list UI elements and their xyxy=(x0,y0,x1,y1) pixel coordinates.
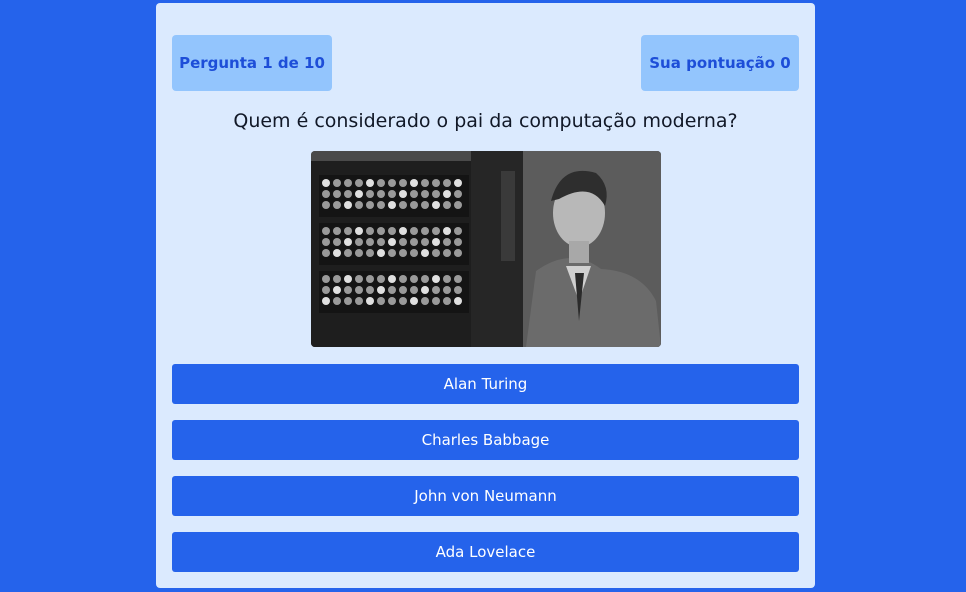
answer-button-john-von-neumann[interactable]: John von Neumann xyxy=(172,476,799,516)
question-counter-badge: Pergunta 1 de 10 xyxy=(172,35,332,91)
score-text: Sua pontuação 0 xyxy=(649,54,791,72)
rotor-drums xyxy=(319,175,469,313)
score-badge: Sua pontuação 0 xyxy=(641,35,799,91)
question-image-illustration xyxy=(311,151,661,347)
answer-button-charles-babbage[interactable]: Charles Babbage xyxy=(172,420,799,460)
question-counter-text: Pergunta 1 de 10 xyxy=(179,54,325,72)
question-text: Quem é considerado o pai da computação m… xyxy=(233,110,738,132)
answer-button-ada-lovelace[interactable]: Ada Lovelace xyxy=(172,532,799,572)
question-image xyxy=(311,151,661,347)
answer-button-alan-turing[interactable]: Alan Turing xyxy=(172,364,799,404)
quiz-card: Pergunta 1 de 10 Sua pontuação 0 Quem é … xyxy=(156,3,815,588)
answer-list: Alan Turing Charles Babbage John von Neu… xyxy=(172,364,799,588)
